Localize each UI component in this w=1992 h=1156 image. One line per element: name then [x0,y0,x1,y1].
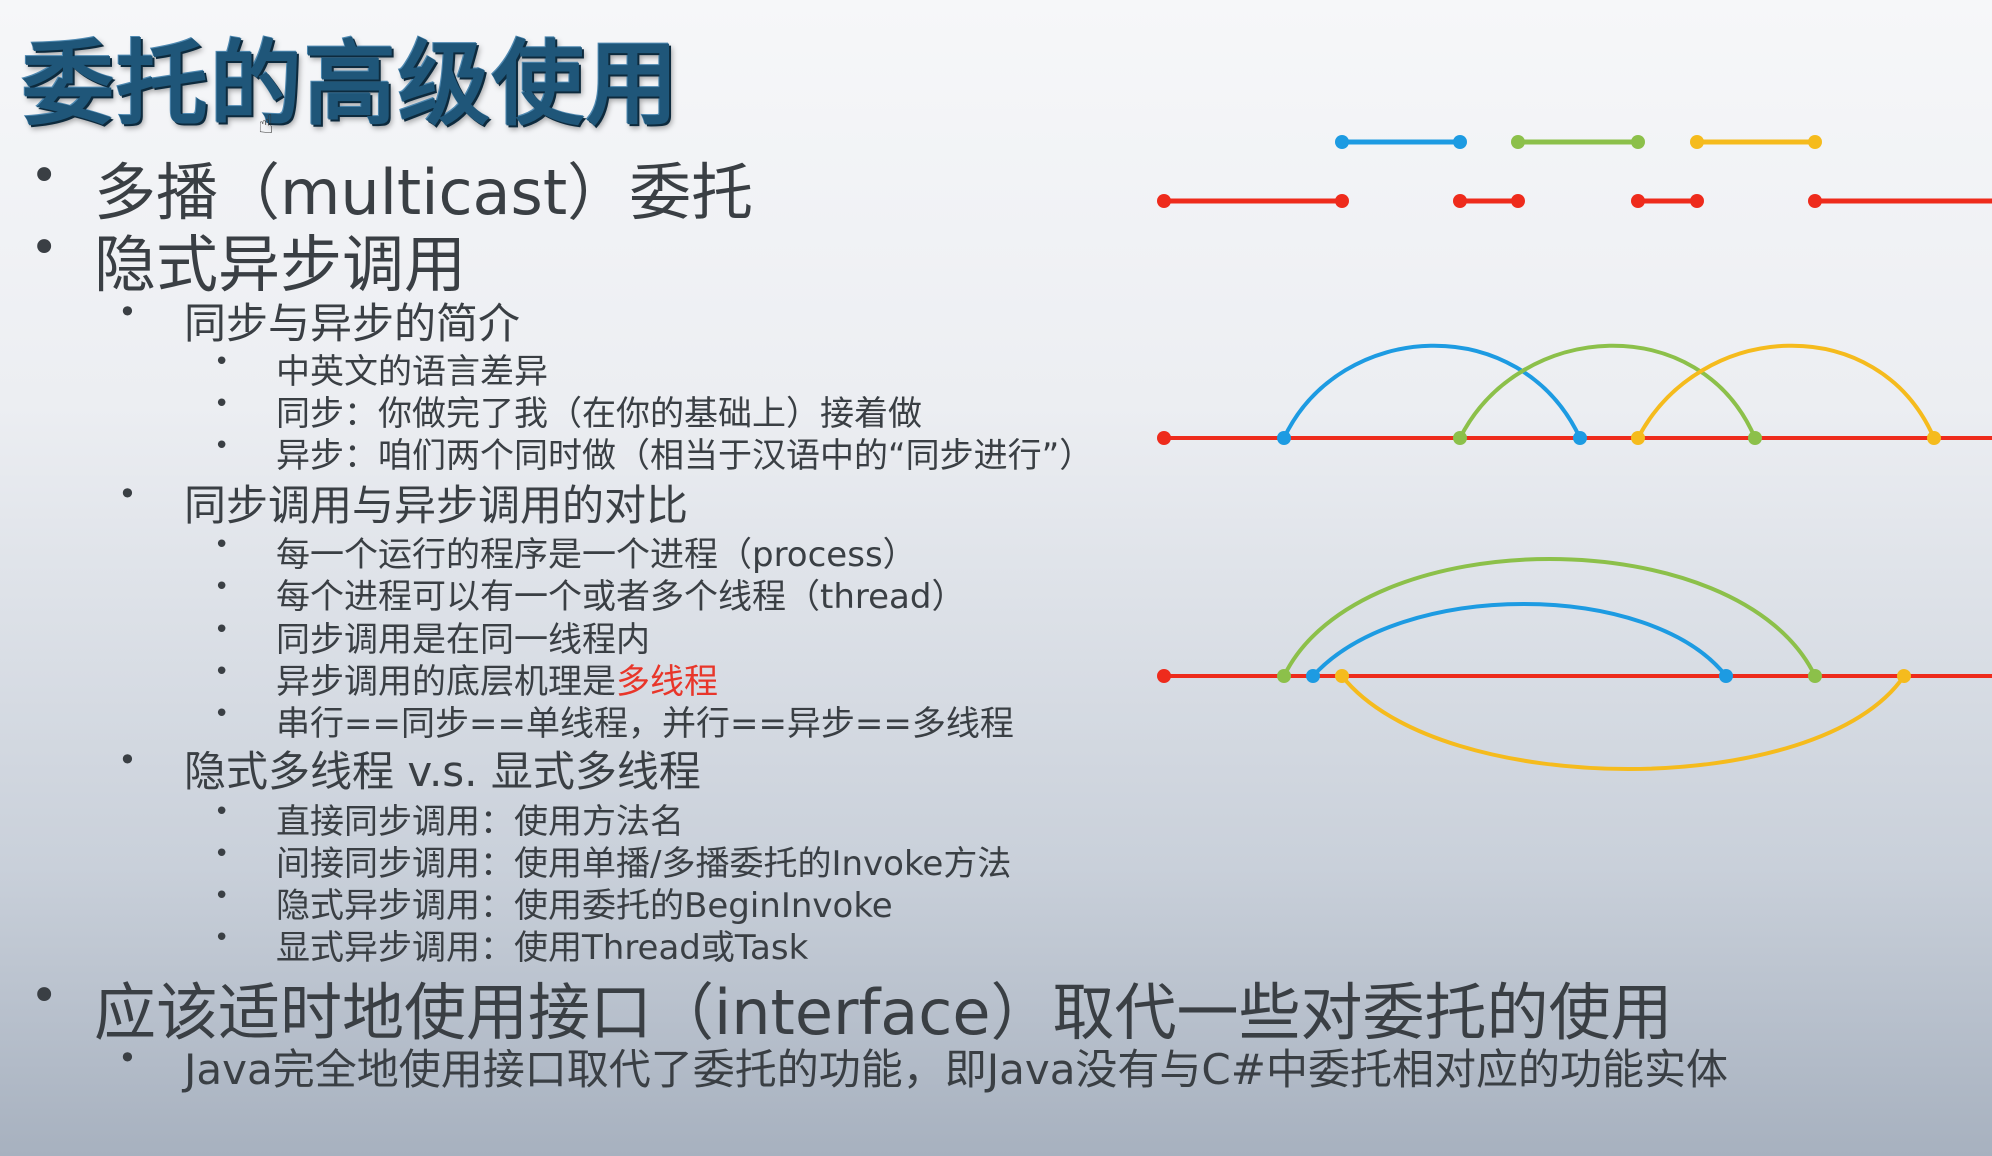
yellow-node [1927,431,1941,445]
yellow-node [1335,669,1349,683]
green-node [1277,669,1291,683]
blue-node [1277,431,1291,445]
blue-node [1335,135,1349,149]
red-node [1453,194,1467,208]
blue-arc [1311,602,1728,678]
blue-node [1453,135,1467,149]
slide: 委托的高级使用 ☝ • 多播（multicast）委托 • 隐式异步调用 • 同… [0,0,1992,1156]
blue-node [1573,431,1587,445]
multicast-diagram [1157,135,1992,208]
red-node [1157,431,1171,445]
red-node [1511,194,1525,208]
red-node [1335,194,1349,208]
multithread-arcs-diagram [1157,557,1992,771]
async-arcs-diagram [1157,343,1992,445]
green-arc [1282,557,1817,678]
green-node [1511,135,1525,149]
red-node [1631,194,1645,208]
blue-arc [1282,343,1582,440]
green-node [1631,135,1645,149]
yellow-node [1897,669,1911,683]
blue-node [1306,669,1320,683]
green-node [1808,669,1822,683]
yellow-arc [1340,674,1906,771]
blue-node [1719,669,1733,683]
red-node [1690,194,1704,208]
yellow-node [1631,431,1645,445]
yellow-node [1690,135,1704,149]
red-node [1808,194,1822,208]
thread-timeline-diagram [1157,135,1992,771]
green-node [1453,431,1467,445]
yellow-node [1808,135,1822,149]
red-node [1157,194,1171,208]
green-node [1748,431,1762,445]
red-node [1157,669,1171,683]
